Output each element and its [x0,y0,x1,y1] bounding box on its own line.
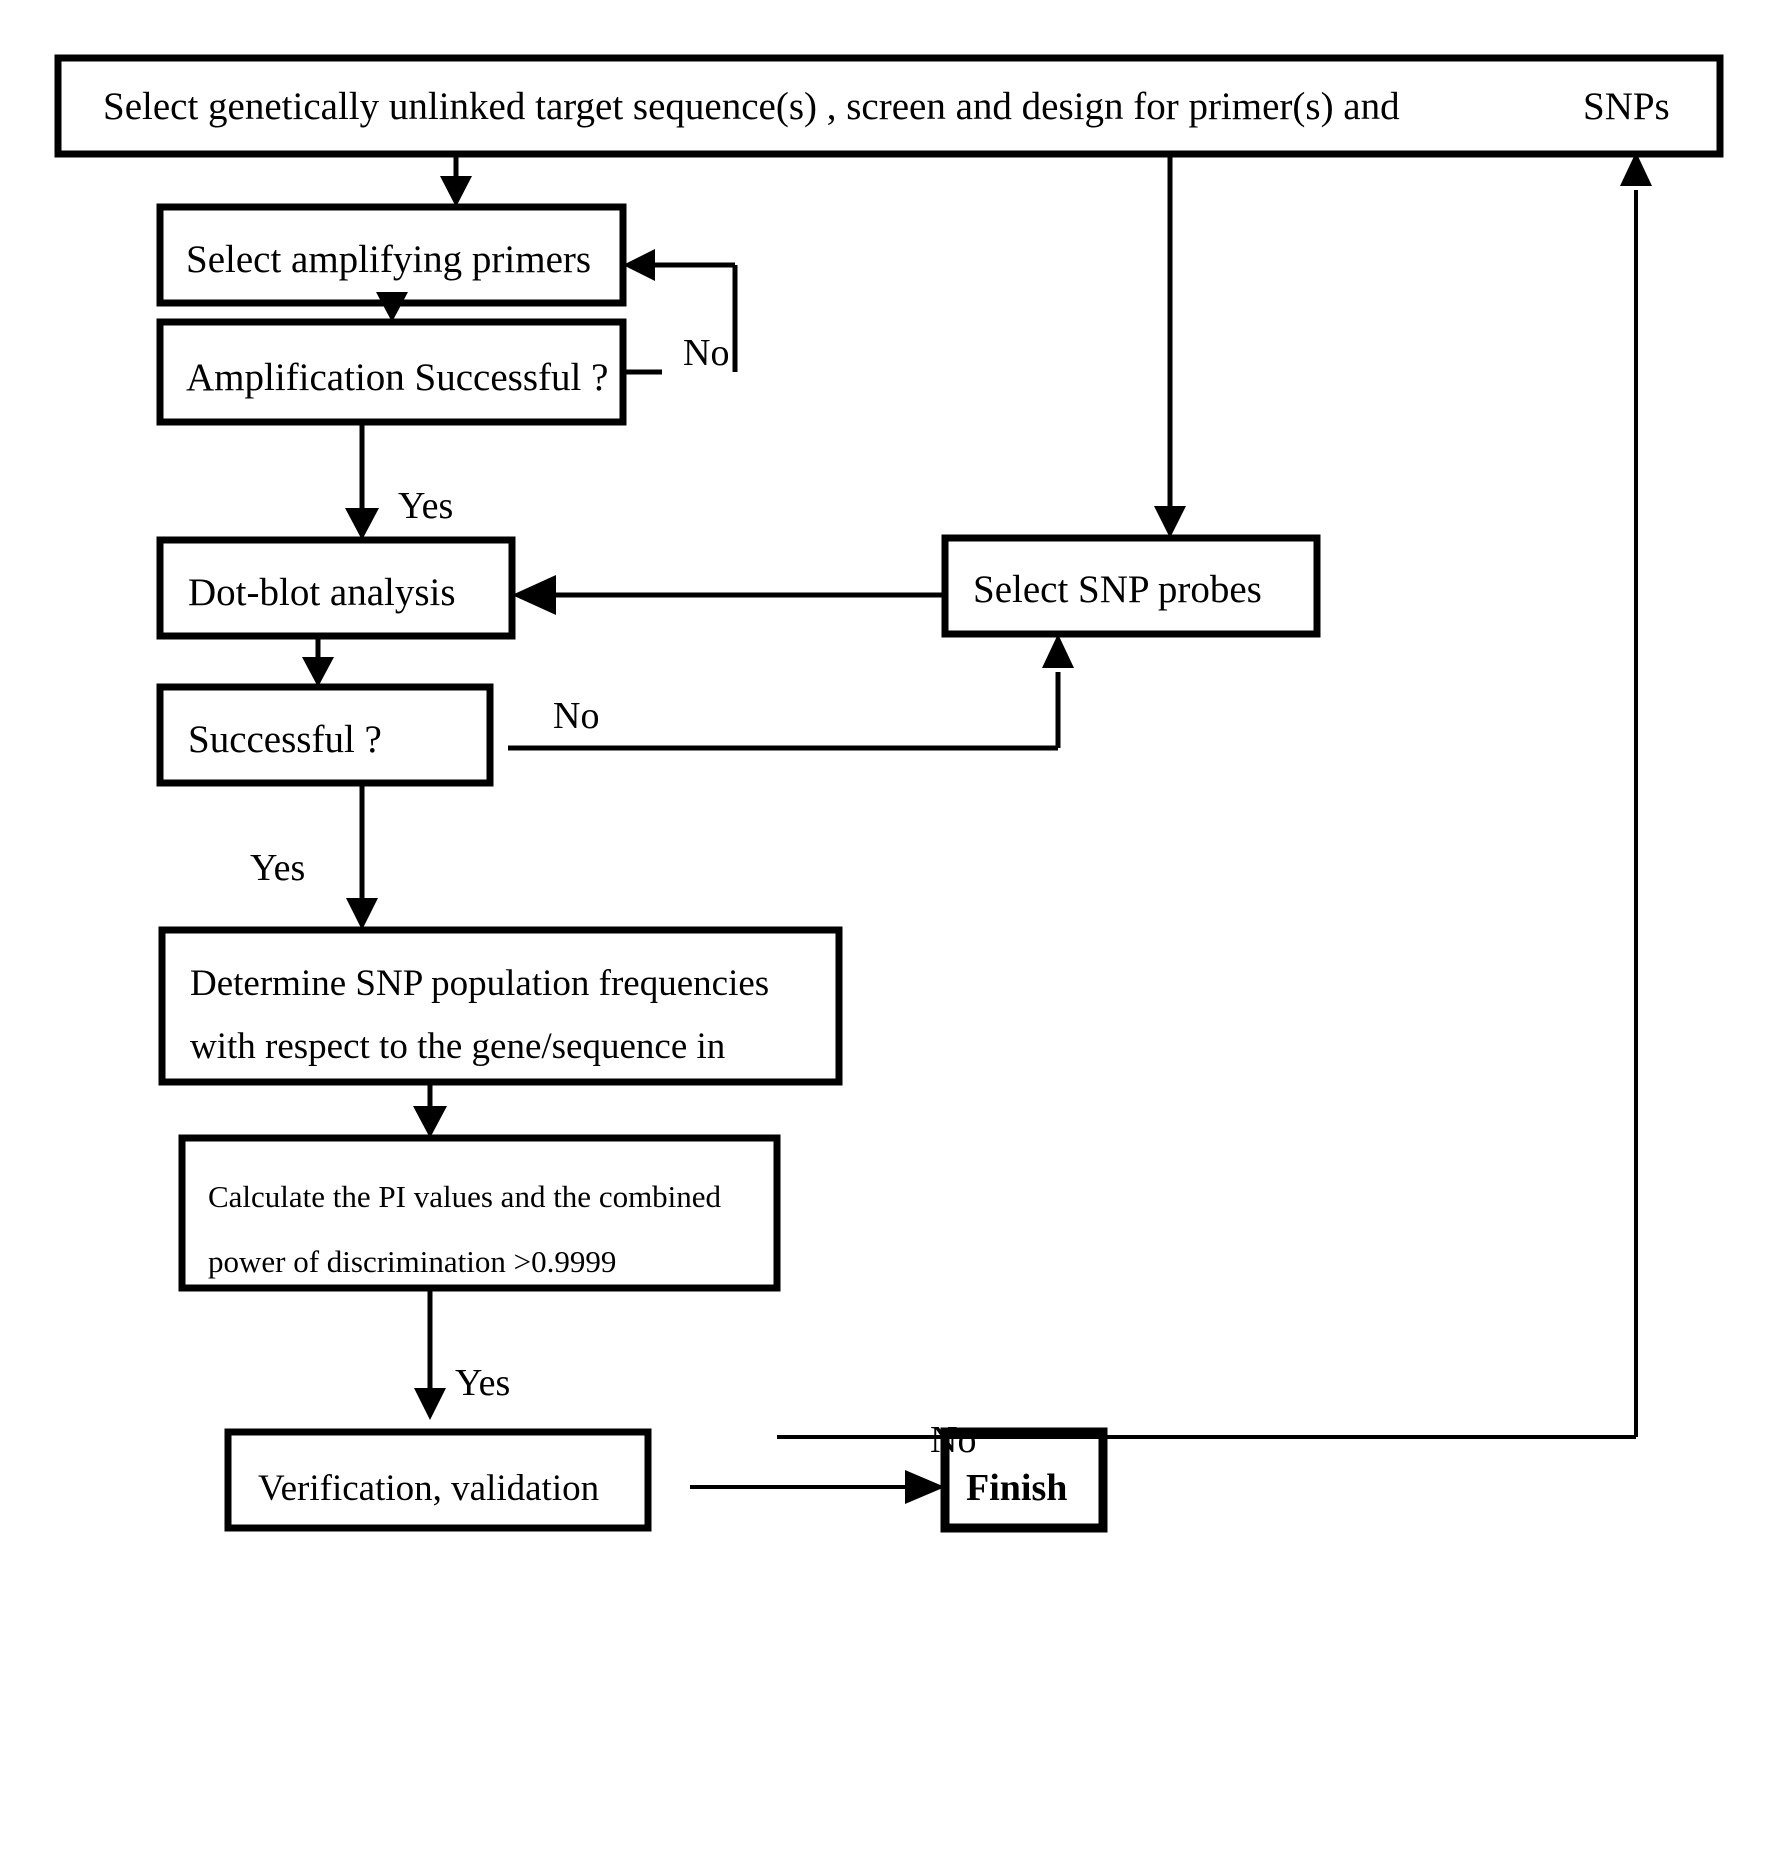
node-verification-label: Verification, validation [258,1468,599,1509]
node-start-label: Select genetically unlinked target seque… [103,85,1400,128]
edge-pi-yes-to-verification [414,1288,446,1420]
node-select-snp-probes-label: Select SNP probes [973,568,1262,611]
arrowhead-left-icon [623,249,655,281]
flowchart-svg: Select genetically unlinked target seque… [54,54,1724,1533]
edge-start-to-select-primers [440,154,472,207]
edge-label-successful-no: No [553,695,599,737]
node-select-primers-label: Select amplifying primers [186,238,591,281]
arrowhead-down-icon [345,508,379,540]
node-successful-check-label: Successful ? [188,718,382,761]
node-finish-label: Finish [966,1467,1067,1509]
edge-label-pi-yes: Yes [455,1362,510,1404]
arrowhead-down-icon [346,898,378,930]
arrowhead-down-icon [302,657,334,687]
node-determine-frequencies-line1: Determine SNP population frequencies [190,963,769,1004]
node-determine-frequencies-line2: with respect to the gene/sequence in [190,1026,725,1067]
edge-determine-to-calculate-pi [413,1082,447,1138]
node-calculate-pi-line1: Calculate the PI values and the combined [208,1179,722,1214]
node-calculate-pi-line2: power of discrimination >0.9999 [208,1244,616,1279]
flowchart-canvas: Select genetically unlinked target seque… [0,0,1782,1852]
edge-successful-yes-to-determine [346,783,378,930]
arrowhead-down-icon [413,1106,447,1138]
edge-snp-probes-to-dotblot [512,575,945,615]
arrowhead-down-icon [414,1388,446,1420]
edge-select-primers-to-amplification [376,292,408,322]
arrowhead-left-icon [512,575,556,615]
edge-label-amplification-no: No [683,332,729,374]
arrowhead-right-icon [905,1470,945,1504]
edge-amplification-yes-to-dotblot [345,422,379,540]
edge-pi-no-to-start [777,152,1652,1439]
edge-verification-to-finish [690,1470,945,1504]
edge-dotblot-to-successful [302,636,334,687]
node-amplification-check-label: Amplification Successful ? [186,356,608,399]
edge-start-to-select-snp-probes [1154,154,1186,538]
node-start-label-snps: SNPs [1583,85,1670,128]
edge-label-amplification-yes: Yes [398,485,453,527]
arrowhead-up-icon [1042,634,1074,668]
arrowhead-down-icon [376,292,408,322]
node-dot-blot-label: Dot-blot analysis [188,571,456,614]
arrowhead-down-icon [1154,506,1186,538]
edge-label-pi-no: No [930,1419,976,1461]
arrowhead-down-icon [440,176,472,207]
edge-label-successful-yes: Yes [250,847,305,889]
